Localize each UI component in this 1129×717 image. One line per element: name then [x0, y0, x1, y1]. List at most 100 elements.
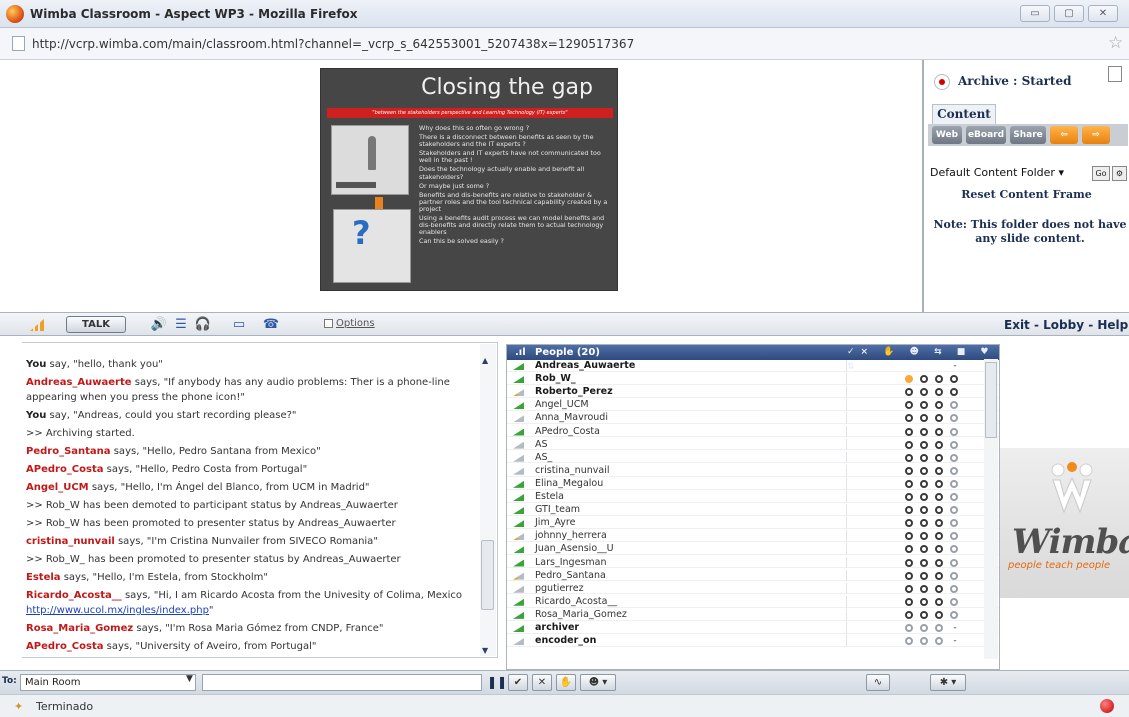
scroll-up-icon[interactable]: ▲	[482, 356, 488, 365]
chat-input[interactable]	[202, 674, 482, 691]
status-indicator-icon[interactable]	[950, 375, 958, 384]
minimize-button[interactable]: ▭	[1020, 5, 1050, 22]
people-row[interactable]: Rob_W_	[507, 373, 999, 385]
status-indicator-icon[interactable]	[905, 637, 913, 646]
status-indicator-icon[interactable]	[920, 545, 928, 554]
status-indicator-icon[interactable]	[905, 479, 913, 488]
status-indicator-icon[interactable]	[920, 440, 928, 449]
status-indicator-icon[interactable]	[935, 440, 943, 449]
people-row[interactable]: GTI_team	[507, 504, 999, 516]
status-indicator-icon[interactable]	[935, 532, 943, 541]
status-indicator-icon[interactable]	[935, 637, 943, 646]
status-indicator-icon[interactable]	[905, 584, 913, 593]
status-indicator-icon[interactable]	[950, 493, 958, 501]
status-indicator-icon[interactable]	[935, 401, 943, 410]
status-indicator-icon[interactable]	[905, 493, 913, 501]
volume-meter-icon[interactable]: ☰	[172, 316, 190, 333]
share-button[interactable]: Share	[1010, 126, 1046, 144]
status-indicator-icon[interactable]	[950, 532, 958, 541]
content-folder-select[interactable]: Default Content Folder ▾	[930, 166, 1104, 182]
options-icon[interactable]	[324, 319, 333, 328]
status-indicator-icon[interactable]	[950, 610, 958, 619]
status-indicator-icon[interactable]	[935, 506, 943, 515]
exit-lobby-help-links[interactable]: Exit - Lobby - Help	[1004, 318, 1128, 332]
people-row[interactable]: encoder_on -	[507, 635, 999, 647]
status-indicator-icon[interactable]	[905, 532, 913, 541]
status-indicator-icon[interactable]	[935, 479, 943, 488]
chat-link[interactable]: http://www.ucol.mx/ingles/index.php	[26, 605, 209, 616]
participant-name[interactable]: Juan_Asensio__U	[535, 543, 847, 556]
status-indicator-icon[interactable]	[935, 453, 943, 462]
people-row[interactable]: Juan_Asensio__U	[507, 543, 999, 556]
status-indicator-icon[interactable]	[935, 597, 943, 606]
participant-name[interactable]: APedro_Costa	[535, 425, 847, 438]
chat-scrollbar-thumb[interactable]	[481, 540, 494, 610]
participant-name[interactable]: archiver	[535, 622, 847, 634]
record-icon[interactable]	[934, 74, 950, 90]
status-indicator-icon[interactable]	[905, 597, 913, 606]
status-indicator-icon[interactable]	[905, 453, 913, 462]
status-indicator-icon[interactable]	[920, 506, 928, 515]
settings-menu-button[interactable]: ✱ ▾	[930, 674, 966, 691]
speaker-icon[interactable]: 🔊	[150, 316, 168, 333]
status-indicator-icon[interactable]	[920, 610, 928, 619]
headphone-icon[interactable]: 🎧	[194, 316, 212, 333]
participant-name[interactable]: Andreas_Auwaerte	[535, 360, 847, 372]
people-row[interactable]: Jim_Ayre	[507, 517, 999, 529]
participant-name[interactable]: AS_	[535, 451, 847, 464]
status-indicator-icon[interactable]	[920, 401, 928, 410]
status-indicator-icon[interactable]	[935, 571, 943, 580]
go-button[interactable]: Go	[1092, 166, 1110, 181]
participant-name[interactable]: AS	[535, 438, 847, 451]
status-indicator-icon[interactable]	[920, 479, 928, 488]
bookmark-star-icon[interactable]: ☆	[1108, 33, 1123, 53]
participant-name[interactable]: GTI_team	[535, 504, 847, 516]
status-indicator-icon[interactable]	[920, 388, 928, 397]
status-indicator-icon[interactable]	[935, 545, 943, 554]
status-indicator-icon[interactable]	[935, 388, 943, 397]
status-indicator-icon[interactable]	[920, 427, 928, 436]
status-indicator-icon[interactable]	[920, 453, 928, 462]
participant-name[interactable]: Estela	[535, 491, 847, 503]
status-indicator-icon[interactable]	[905, 545, 913, 554]
status-indicator-icon[interactable]	[905, 427, 913, 436]
people-row[interactable]: Lars_Ingesman	[507, 556, 999, 569]
maximize-button[interactable]: ▢	[1054, 5, 1084, 22]
status-indicator-icon[interactable]	[920, 584, 928, 593]
options-link[interactable]: Options	[336, 318, 375, 329]
web-button[interactable]: Web	[932, 126, 962, 144]
participant-name[interactable]: encoder_on	[535, 635, 847, 647]
participant-name[interactable]: Roberto_Perez	[535, 386, 847, 398]
people-row[interactable]: Pedro_Santana	[507, 569, 999, 582]
eboard-button[interactable]: eBoard	[966, 126, 1006, 144]
participant-name[interactable]: johnny_herrera	[535, 530, 847, 543]
people-row[interactable]: cristina_nunvail	[507, 464, 999, 477]
talk-button[interactable]: TALK	[66, 316, 126, 333]
status-indicator-icon[interactable]	[905, 610, 913, 619]
status-indicator-icon[interactable]	[905, 466, 913, 475]
participant-name[interactable]: Rosa_Maria_Gomez	[535, 608, 847, 621]
emoticon-menu-button[interactable]: ☻ ▾	[580, 674, 616, 691]
status-indicator-icon[interactable]	[935, 375, 943, 384]
status-indicator-icon[interactable]	[905, 558, 913, 567]
status-indicator-icon[interactable]	[950, 558, 958, 567]
participant-name[interactable]: Lars_Ingesman	[535, 556, 847, 569]
address-bar[interactable]: http://vcrp.wimba.com/main/classroom.htm…	[0, 28, 1129, 60]
status-indicator-icon[interactable]	[950, 440, 958, 449]
chevron-down-icon[interactable]: ▼	[186, 674, 193, 684]
status-indicator-icon[interactable]	[935, 584, 943, 593]
status-indicator-icon[interactable]	[950, 414, 958, 423]
status-indicator-icon[interactable]	[905, 388, 913, 397]
people-row[interactable]: pgutierrez	[507, 582, 999, 595]
status-indicator-icon[interactable]	[950, 388, 958, 397]
scroll-down-icon[interactable]: ▼	[482, 646, 488, 655]
people-row[interactable]: Angel_UCM	[507, 399, 999, 412]
addon-icon[interactable]	[1100, 699, 1114, 713]
check-button[interactable]: ✔	[508, 674, 528, 691]
people-row[interactable]: Ricardo_Acosta__	[507, 595, 999, 608]
people-scrollbar-thumb[interactable]	[985, 362, 997, 438]
status-indicator-icon[interactable]	[920, 519, 928, 528]
people-row[interactable]: archiver -	[507, 622, 999, 634]
people-row[interactable]: Roberto_Perez	[507, 386, 999, 398]
people-row[interactable]: AS_	[507, 451, 999, 464]
